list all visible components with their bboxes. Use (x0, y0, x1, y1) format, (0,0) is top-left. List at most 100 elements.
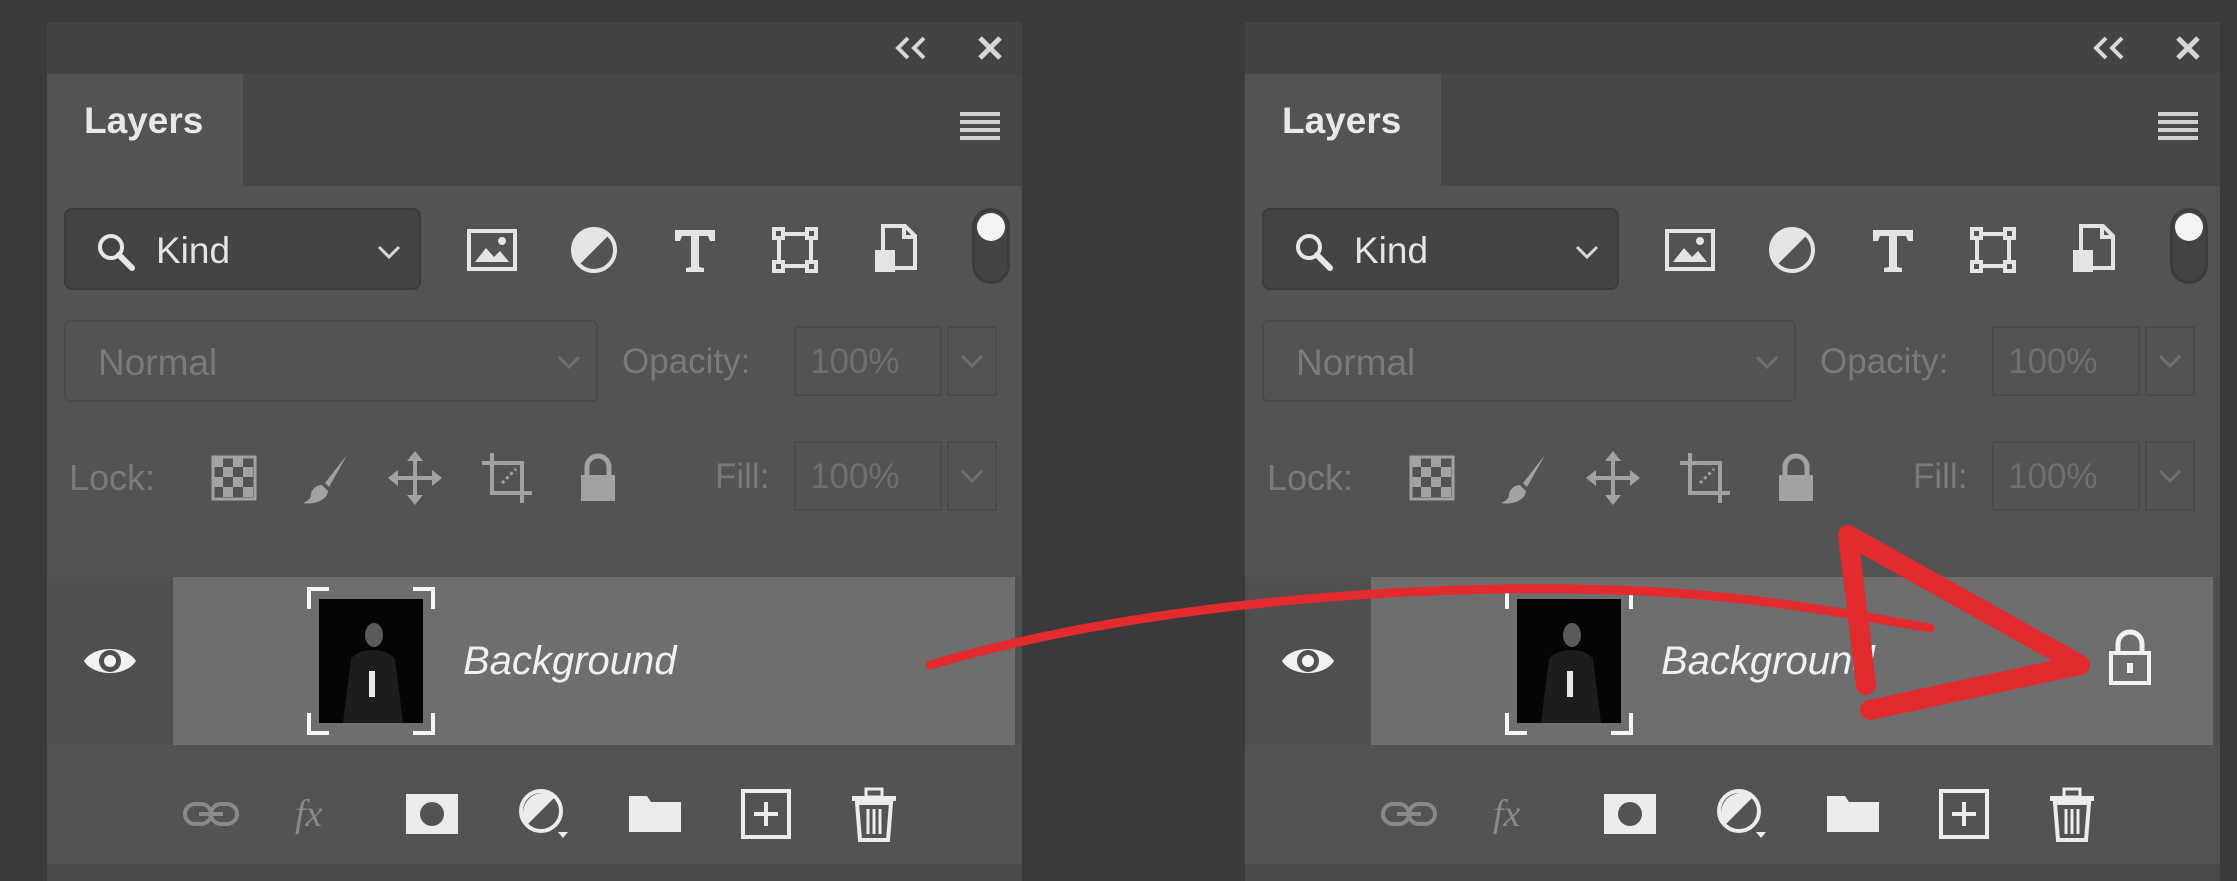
blend-mode-value: Normal (1296, 342, 1416, 383)
panel-bottom-toolbar: fx (1245, 764, 2220, 864)
tab-layers-label: Layers (84, 100, 204, 141)
layer-body[interactable]: Background (173, 577, 1015, 745)
add-mask-icon[interactable] (1600, 784, 1660, 844)
lock-fill-row: Lock: Fill: 100% (1245, 427, 2220, 527)
layer-style-icon[interactable]: fx (291, 784, 351, 844)
close-icon[interactable] (976, 34, 1004, 62)
new-layer-icon[interactable] (736, 784, 796, 844)
lock-artboard-icon[interactable] (478, 449, 536, 507)
opacity-slider-button[interactable] (947, 326, 997, 396)
fill-field[interactable]: 100% (1992, 441, 2140, 511)
collapse-icon[interactable] (2090, 33, 2130, 63)
panel-menu-icon[interactable] (2156, 109, 2200, 145)
layer-body[interactable]: Background (1371, 577, 2213, 745)
fill-value: 100% (2008, 457, 2098, 496)
smart-object-filter-icon[interactable] (2065, 222, 2121, 278)
layer-thumbnail (305, 585, 437, 737)
panel-titlebar (47, 22, 1022, 74)
lock-artboard-icon[interactable] (1676, 449, 1734, 507)
layers-panel-after: Layers Kind Normal Opacity: 100% Lock: F… (1245, 22, 2220, 881)
layers-panel-before: Layers Kind Normal Opacity: 100% Lock: F… (47, 22, 1022, 881)
blend-opacity-row: Normal Opacity: 100% (47, 312, 1022, 412)
type-layer-filter-icon[interactable] (667, 222, 723, 278)
layer-row-background[interactable]: Background (47, 577, 1022, 745)
new-group-icon[interactable] (625, 784, 685, 844)
lock-transparent-pixels-icon[interactable] (205, 449, 263, 507)
new-layer-icon[interactable] (1934, 784, 1994, 844)
layer-filter-row: Kind (47, 200, 1022, 300)
filter-kind-dropdown[interactable]: Kind (64, 208, 421, 290)
opacity-field[interactable]: 100% (1992, 326, 2140, 396)
opacity-value: 100% (810, 342, 900, 381)
layer-row-background[interactable]: Background (1245, 577, 2220, 745)
lock-label: Lock: (1267, 457, 1354, 498)
new-group-icon[interactable] (1823, 784, 1883, 844)
panel-tab-bar: Layers (1245, 74, 2220, 186)
filter-kind-label: Kind (1354, 230, 1429, 271)
pixel-layer-filter-icon[interactable] (1662, 222, 1718, 278)
lock-label: Lock: (69, 457, 156, 498)
blend-opacity-row: Normal Opacity: 100% (1245, 312, 2220, 412)
tab-layers-label: Layers (1282, 100, 1402, 141)
new-adjustment-layer-icon[interactable] (1712, 784, 1772, 844)
panel-menu-icon[interactable] (958, 109, 1002, 145)
lock-image-pixels-icon[interactable] (297, 449, 355, 507)
blend-mode-value: Normal (98, 342, 218, 383)
filter-toggle[interactable] (972, 208, 1010, 284)
eye-icon[interactable] (81, 637, 139, 685)
pixel-layer-filter-icon[interactable] (464, 222, 520, 278)
adjustment-layer-filter-icon[interactable] (566, 222, 622, 278)
chevron-down-icon (373, 236, 405, 268)
link-layers-icon[interactable] (181, 784, 241, 844)
layer-lock-icon[interactable] (2105, 627, 2155, 689)
toggle-knob (2175, 213, 2203, 241)
chevron-down-icon (1571, 236, 1603, 268)
opacity-value: 100% (2008, 342, 2098, 381)
new-adjustment-layer-icon[interactable] (514, 784, 574, 844)
layer-filter-row: Kind (1245, 200, 2220, 300)
filter-kind-label: Kind (156, 230, 231, 271)
add-mask-icon[interactable] (402, 784, 462, 844)
eye-icon[interactable] (1279, 637, 1337, 685)
shape-layer-filter-icon[interactable] (767, 222, 823, 278)
opacity-field[interactable]: 100% (794, 326, 942, 396)
opacity-slider-button[interactable] (2145, 326, 2195, 396)
lock-transparent-pixels-icon[interactable] (1403, 449, 1461, 507)
lock-position-icon[interactable] (386, 449, 444, 507)
fill-field[interactable]: 100% (794, 441, 942, 511)
opacity-label: Opacity: (622, 342, 751, 381)
shape-layer-filter-icon[interactable] (1965, 222, 2021, 278)
opacity-label: Opacity: (1820, 342, 1949, 381)
toggle-knob (977, 213, 1005, 241)
blend-mode-dropdown[interactable]: Normal (64, 320, 598, 402)
panel-bottom-edge (1245, 864, 2220, 881)
tab-layers[interactable]: Layers (1245, 74, 1441, 186)
collapse-icon[interactable] (892, 33, 932, 63)
link-layers-icon[interactable] (1379, 784, 1439, 844)
filter-toggle[interactable] (2170, 208, 2208, 284)
smart-object-filter-icon[interactable] (867, 222, 923, 278)
fill-slider-button[interactable] (2145, 441, 2195, 511)
search-icon (1292, 230, 1336, 274)
fill-slider-button[interactable] (947, 441, 997, 511)
lock-position-icon[interactable] (1584, 449, 1642, 507)
svg-text:fx: fx (295, 793, 323, 835)
tab-layers[interactable]: Layers (47, 74, 243, 186)
adjustment-layer-filter-icon[interactable] (1764, 222, 1820, 278)
layer-name[interactable]: Background (463, 639, 676, 684)
close-icon[interactable] (2174, 34, 2202, 62)
lock-fill-row: Lock: Fill: 100% (47, 427, 1022, 527)
delete-layer-icon[interactable] (2042, 784, 2102, 844)
filter-kind-dropdown[interactable]: Kind (1262, 208, 1619, 290)
lock-all-icon[interactable] (1767, 449, 1825, 507)
layer-style-icon[interactable]: fx (1489, 784, 1549, 844)
lock-image-pixels-icon[interactable] (1495, 449, 1553, 507)
layer-name[interactable]: Background (1661, 639, 1874, 684)
blend-mode-dropdown[interactable]: Normal (1262, 320, 1796, 402)
type-layer-filter-icon[interactable] (1865, 222, 1921, 278)
chevron-down-icon (1752, 346, 1782, 378)
panel-bottom-edge (47, 864, 1022, 881)
panel-tab-bar: Layers (47, 74, 1022, 186)
delete-layer-icon[interactable] (844, 784, 904, 844)
lock-all-icon[interactable] (569, 449, 627, 507)
